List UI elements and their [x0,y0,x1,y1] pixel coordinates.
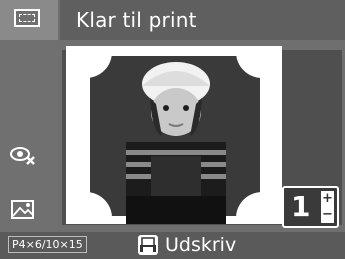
header: Klar til print [0,0,345,40]
print-button[interactable]: Udskriv [138,233,258,258]
print-label: Udskriv [165,234,237,256]
layout-mode-button[interactable] [0,0,58,40]
copies-value: 1 [291,190,311,223]
screen-title: Klar til print [76,8,197,32]
copies-counter[interactable]: 1 + − [282,186,339,228]
printer-screen: Klar til print 1 + − P4×6/10×15 Udskriv [0,0,345,259]
frame-layout-icon [14,9,40,27]
paper-size-badge: P4×6/10×15 [8,236,87,253]
left-sidebar [0,40,58,232]
photo-of-child-with-hat-icon [66,46,282,224]
print-icon [138,235,158,255]
red-eye-correction-icon-svg [10,147,35,165]
decrease-copies-button[interactable]: − [321,207,334,223]
image-adjust-icon[interactable] [10,198,36,220]
increase-copies-button[interactable]: + [321,191,334,207]
photo-preview [66,46,282,224]
red-eye-correction-icon[interactable] [10,143,36,165]
image-adjust-icon-svg [11,200,34,219]
